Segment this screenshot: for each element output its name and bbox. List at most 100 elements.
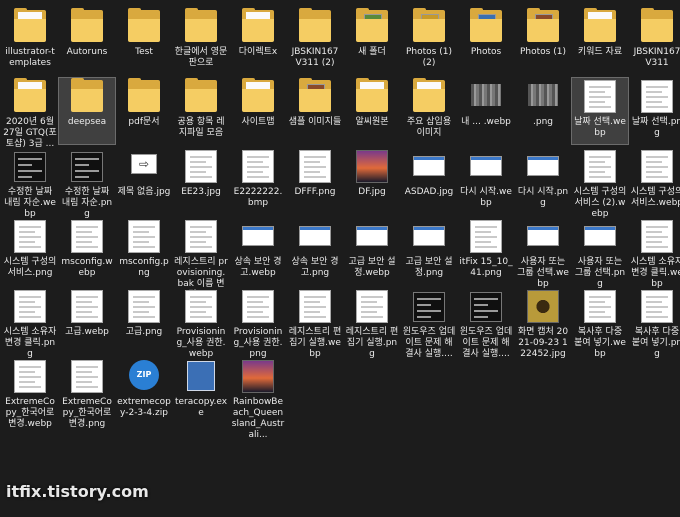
file-item[interactable]: JBSKIN167 V311 (2) bbox=[287, 8, 343, 74]
doc-line bbox=[247, 296, 269, 298]
file-item[interactable]: Photos (1) bbox=[515, 8, 571, 74]
file-item[interactable]: JBSKIN167 V311 bbox=[629, 8, 680, 74]
file-item[interactable]: ZIP extremecopy-2-3-4.zip bbox=[116, 358, 172, 424]
file-item-label: 고급.webp bbox=[65, 327, 109, 337]
file-item[interactable]: 윈도우즈 업데이트 문제 해결사 실행.... bbox=[458, 288, 514, 359]
file-item[interactable]: 다시 시작.webp bbox=[458, 148, 514, 214]
icon-part bbox=[413, 226, 445, 246]
file-item[interactable]: 복사후 다중 붙여 넣기.png bbox=[629, 288, 680, 359]
file-item[interactable]: 사용자 또는 그룹 선택.png bbox=[572, 218, 628, 289]
file-item[interactable]: 사이트맵 bbox=[230, 78, 286, 144]
file-item[interactable]: 알씨원본 bbox=[344, 78, 400, 144]
file-item[interactable]: ExtremeCopy_한국어로 변경.png bbox=[59, 358, 115, 429]
file-item-label: 다시 시작.webp bbox=[460, 187, 512, 208]
doc-icon bbox=[629, 78, 680, 114]
file-item[interactable]: 새 폴더 bbox=[344, 8, 400, 74]
doc-line bbox=[19, 231, 35, 233]
file-item[interactable]: EE23.jpg bbox=[173, 148, 229, 214]
file-item[interactable]: ⇨ 제목 없음.jpg bbox=[116, 148, 172, 214]
doc-icon bbox=[116, 218, 172, 254]
file-item-label: 윈도우즈 업데이트 문제 해결사 실행.... bbox=[459, 327, 513, 359]
file-item[interactable]: teracopy.exe bbox=[173, 358, 229, 424]
folder-img-icon bbox=[344, 8, 400, 44]
file-item[interactable]: 레지스트리 편집기 실행.png bbox=[344, 288, 400, 359]
file-item-label: 고급.png bbox=[125, 327, 163, 337]
doc-line bbox=[646, 236, 668, 238]
doc-line bbox=[190, 306, 212, 308]
file-item[interactable]: ASDAD.jpg bbox=[401, 148, 457, 214]
file-item[interactable]: Provisioning_사용 권한.png bbox=[230, 288, 286, 359]
file-item[interactable]: Test bbox=[116, 8, 172, 74]
icon-part bbox=[187, 361, 215, 391]
file-item[interactable]: 날짜 선택.png bbox=[629, 78, 680, 144]
file-item[interactable]: 윈도우즈 업데이트 문제 해결사 실행.... bbox=[401, 288, 457, 359]
file-item[interactable]: illustrator-templates bbox=[2, 8, 58, 74]
file-item[interactable]: msconfig.webp bbox=[59, 218, 115, 284]
doc-line bbox=[417, 316, 431, 318]
file-item[interactable]: DFFF.png bbox=[287, 148, 343, 214]
file-item[interactable]: 시스템 구성의 서비스.png bbox=[2, 218, 58, 284]
file-item[interactable]: deepsea bbox=[58, 77, 116, 145]
doc-line bbox=[190, 156, 212, 158]
file-item-label: 다시 시작.png bbox=[517, 187, 569, 208]
file-item[interactable]: E2222222.bmp bbox=[230, 148, 286, 214]
file-item[interactable]: itFix 15_10_41.png bbox=[458, 218, 514, 284]
file-item[interactable]: 레지스트리 provisioning.bak 이름 변경.p... bbox=[173, 218, 229, 300]
file-item-label: 2020년 6월 27일 GTQ(포토샵) 3급 ... bbox=[3, 117, 57, 149]
file-item[interactable]: Photos bbox=[458, 8, 514, 74]
doc-line bbox=[304, 166, 326, 168]
file-item[interactable]: 사용자 또는 그룹 선택.webp bbox=[515, 218, 571, 289]
doc-line bbox=[19, 226, 41, 228]
file-item[interactable]: 상속 보안 경고.png bbox=[287, 218, 343, 284]
icon-part bbox=[527, 290, 559, 323]
file-item[interactable]: 다이렉트x bbox=[230, 8, 286, 74]
file-item[interactable]: Autoruns bbox=[59, 8, 115, 74]
file-item[interactable]: 샘플 이미지들 bbox=[287, 78, 343, 144]
file-item[interactable]: 수정한 날짜 내림 자순.png bbox=[59, 148, 115, 219]
file-item[interactable]: 레지스트리 편집기 실행.webp bbox=[287, 288, 343, 359]
file-item[interactable]: 시스템 구성의 서비스.webp bbox=[629, 148, 680, 214]
file-item[interactable]: 고급 보안 설정.webp bbox=[344, 218, 400, 284]
file-item[interactable]: Provisioning_사용 권한.webp bbox=[173, 288, 229, 359]
file-item[interactable]: Photos (1) (2) bbox=[401, 8, 457, 74]
file-item[interactable]: 시스템 소유자 변경 클릭.png bbox=[2, 288, 58, 359]
file-item[interactable]: 다시 시작.png bbox=[515, 148, 571, 214]
file-item[interactable]: RainbowBeach_Queensland_Australi... bbox=[230, 358, 286, 440]
file-item[interactable]: 화면 캡처 2021-09-23 122452.jpg bbox=[515, 288, 571, 359]
file-item[interactable]: 고급.webp bbox=[59, 288, 115, 354]
file-item[interactable]: 복사후 다중 붙여 넣기.webp bbox=[572, 288, 628, 359]
file-item[interactable]: 내 ... .webp bbox=[458, 78, 514, 144]
file-item[interactable]: ExtremeCopy_한국어로 변경.webp bbox=[2, 358, 58, 429]
file-item[interactable]: 공용 항목 레지파일 모음 bbox=[173, 78, 229, 144]
file-item[interactable]: 시스템 소유자 변경 클릭.webp bbox=[629, 218, 680, 289]
dialog-icon bbox=[287, 218, 343, 254]
file-item[interactable]: pdf문서 bbox=[116, 78, 172, 144]
folder-icon bbox=[173, 78, 229, 114]
doc-line bbox=[76, 386, 98, 388]
file-item[interactable]: 수정한 날짜 내림 자순.webp bbox=[2, 148, 58, 219]
file-item-label: 내 ... .webp bbox=[461, 117, 511, 127]
file-item[interactable]: msconfig.png bbox=[116, 218, 172, 284]
file-item[interactable]: .png bbox=[515, 78, 571, 144]
file-item[interactable]: 고급.png bbox=[116, 288, 172, 354]
file-item[interactable]: 키워드 자료 bbox=[572, 8, 628, 74]
file-item-label: Test bbox=[135, 47, 153, 57]
folder-doc-icon bbox=[2, 78, 58, 114]
file-item-label: 시스템 구성의 서비스.webp bbox=[630, 187, 680, 208]
file-item[interactable]: 2020년 6월 27일 GTQ(포토샵) 3급 ... bbox=[2, 78, 58, 149]
file-item[interactable]: DF.jpg bbox=[344, 148, 400, 214]
icon-part bbox=[471, 84, 501, 106]
file-item[interactable]: 날짜 선택.webp bbox=[571, 77, 629, 145]
icon-part bbox=[185, 290, 217, 323]
file-item[interactable]: 한글에서 영문판으로 bbox=[173, 8, 229, 74]
doc-line bbox=[247, 176, 269, 178]
file-item[interactable]: 주요 삽입용 이미지 bbox=[401, 78, 457, 144]
file-item[interactable]: 시스템 구성의 서비스 (2).webp bbox=[572, 148, 628, 219]
file-item[interactable]: 고급 보안 설정.png bbox=[401, 218, 457, 284]
icon-part bbox=[299, 19, 331, 42]
file-item[interactable]: 상속 보안 경고.webp bbox=[230, 218, 286, 284]
icon-part bbox=[584, 150, 616, 183]
doc-line bbox=[475, 246, 497, 248]
icon-part bbox=[299, 226, 331, 246]
icon-part bbox=[71, 19, 103, 42]
